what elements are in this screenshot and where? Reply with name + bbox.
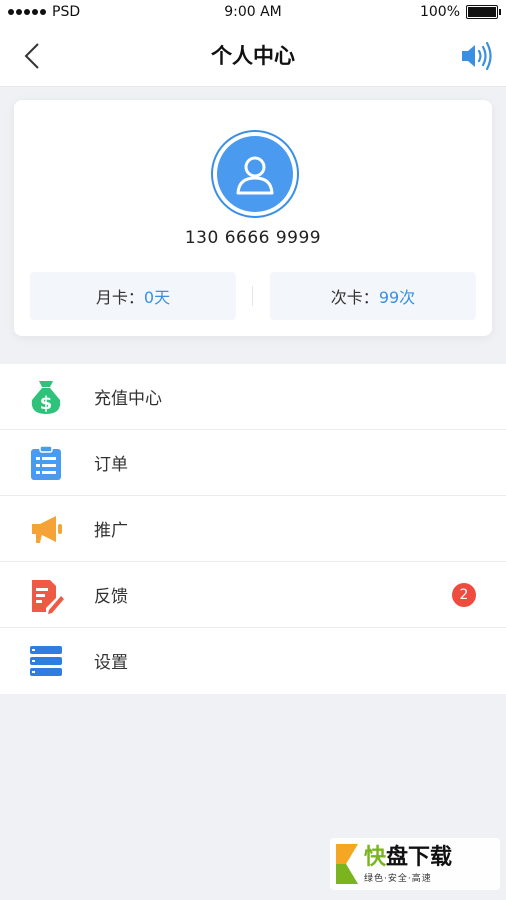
menu-item-promotion[interactable]: 推广 — [0, 496, 506, 562]
pill-divider — [252, 286, 253, 306]
watermark-title-1: 快 — [364, 844, 387, 870]
count-card-label: 次卡： — [330, 288, 379, 307]
menu-item-feedback[interactable]: 反馈 2 — [0, 562, 506, 628]
feedback-badge: 2 — [452, 583, 476, 607]
nav-bar: 个人中心 — [0, 26, 506, 86]
phone-number: 130 6666 9999 — [184, 228, 322, 248]
money-bag-icon: $ — [31, 381, 61, 414]
brand-logo-icon — [336, 844, 358, 884]
count-card-value: 99次 — [378, 288, 416, 307]
page-title: 个人中心 — [211, 44, 295, 68]
menu-label-settings: 设置 — [94, 653, 128, 673]
feedback-edit-icon — [32, 580, 64, 614]
month-card-value: 0天 — [143, 288, 171, 307]
profile-card: 130 6666 9999 月卡： 0天 次卡： 99次 — [14, 100, 492, 336]
svg-text:$: $ — [40, 393, 53, 414]
battery-icon — [466, 5, 501, 19]
month-card-info[interactable]: 月卡： 0天 — [30, 272, 236, 320]
menu-item-recharge[interactable]: $ 充值中心 — [0, 364, 506, 430]
battery-info: 100% — [419, 4, 501, 20]
watermark: 快盘下载 绿色·安全·高速 — [330, 838, 500, 890]
menu-label-promotion: 推广 — [94, 521, 128, 541]
battery-percent: 100% — [419, 4, 460, 20]
menu-list: $ 充值中心 订单 推广 反馈 2 设置 — [0, 364, 506, 694]
menu-label-feedback: 反馈 — [94, 587, 128, 607]
settings-bars-icon — [30, 646, 62, 676]
menu-label-recharge: 充值中心 — [94, 389, 162, 409]
menu-item-settings[interactable]: 设置 — [0, 628, 506, 694]
user-icon — [236, 156, 274, 195]
menu-label-orders: 订单 — [94, 455, 128, 475]
megaphone-icon — [32, 516, 62, 543]
menu-item-orders[interactable]: 订单 — [0, 430, 506, 496]
clipboard-list-icon — [31, 445, 61, 480]
watermark-subtitle: 绿色·安全·高速 — [364, 873, 432, 884]
month-card-label: 月卡： — [95, 288, 144, 307]
avatar[interactable] — [211, 130, 299, 218]
status-bar: PSD 9:00 AM 100% — [0, 0, 506, 26]
watermark-title-2: 盘下载 — [386, 844, 453, 870]
speaker-volume-icon[interactable] — [458, 38, 494, 74]
count-card-info[interactable]: 次卡： 99次 — [270, 272, 476, 320]
